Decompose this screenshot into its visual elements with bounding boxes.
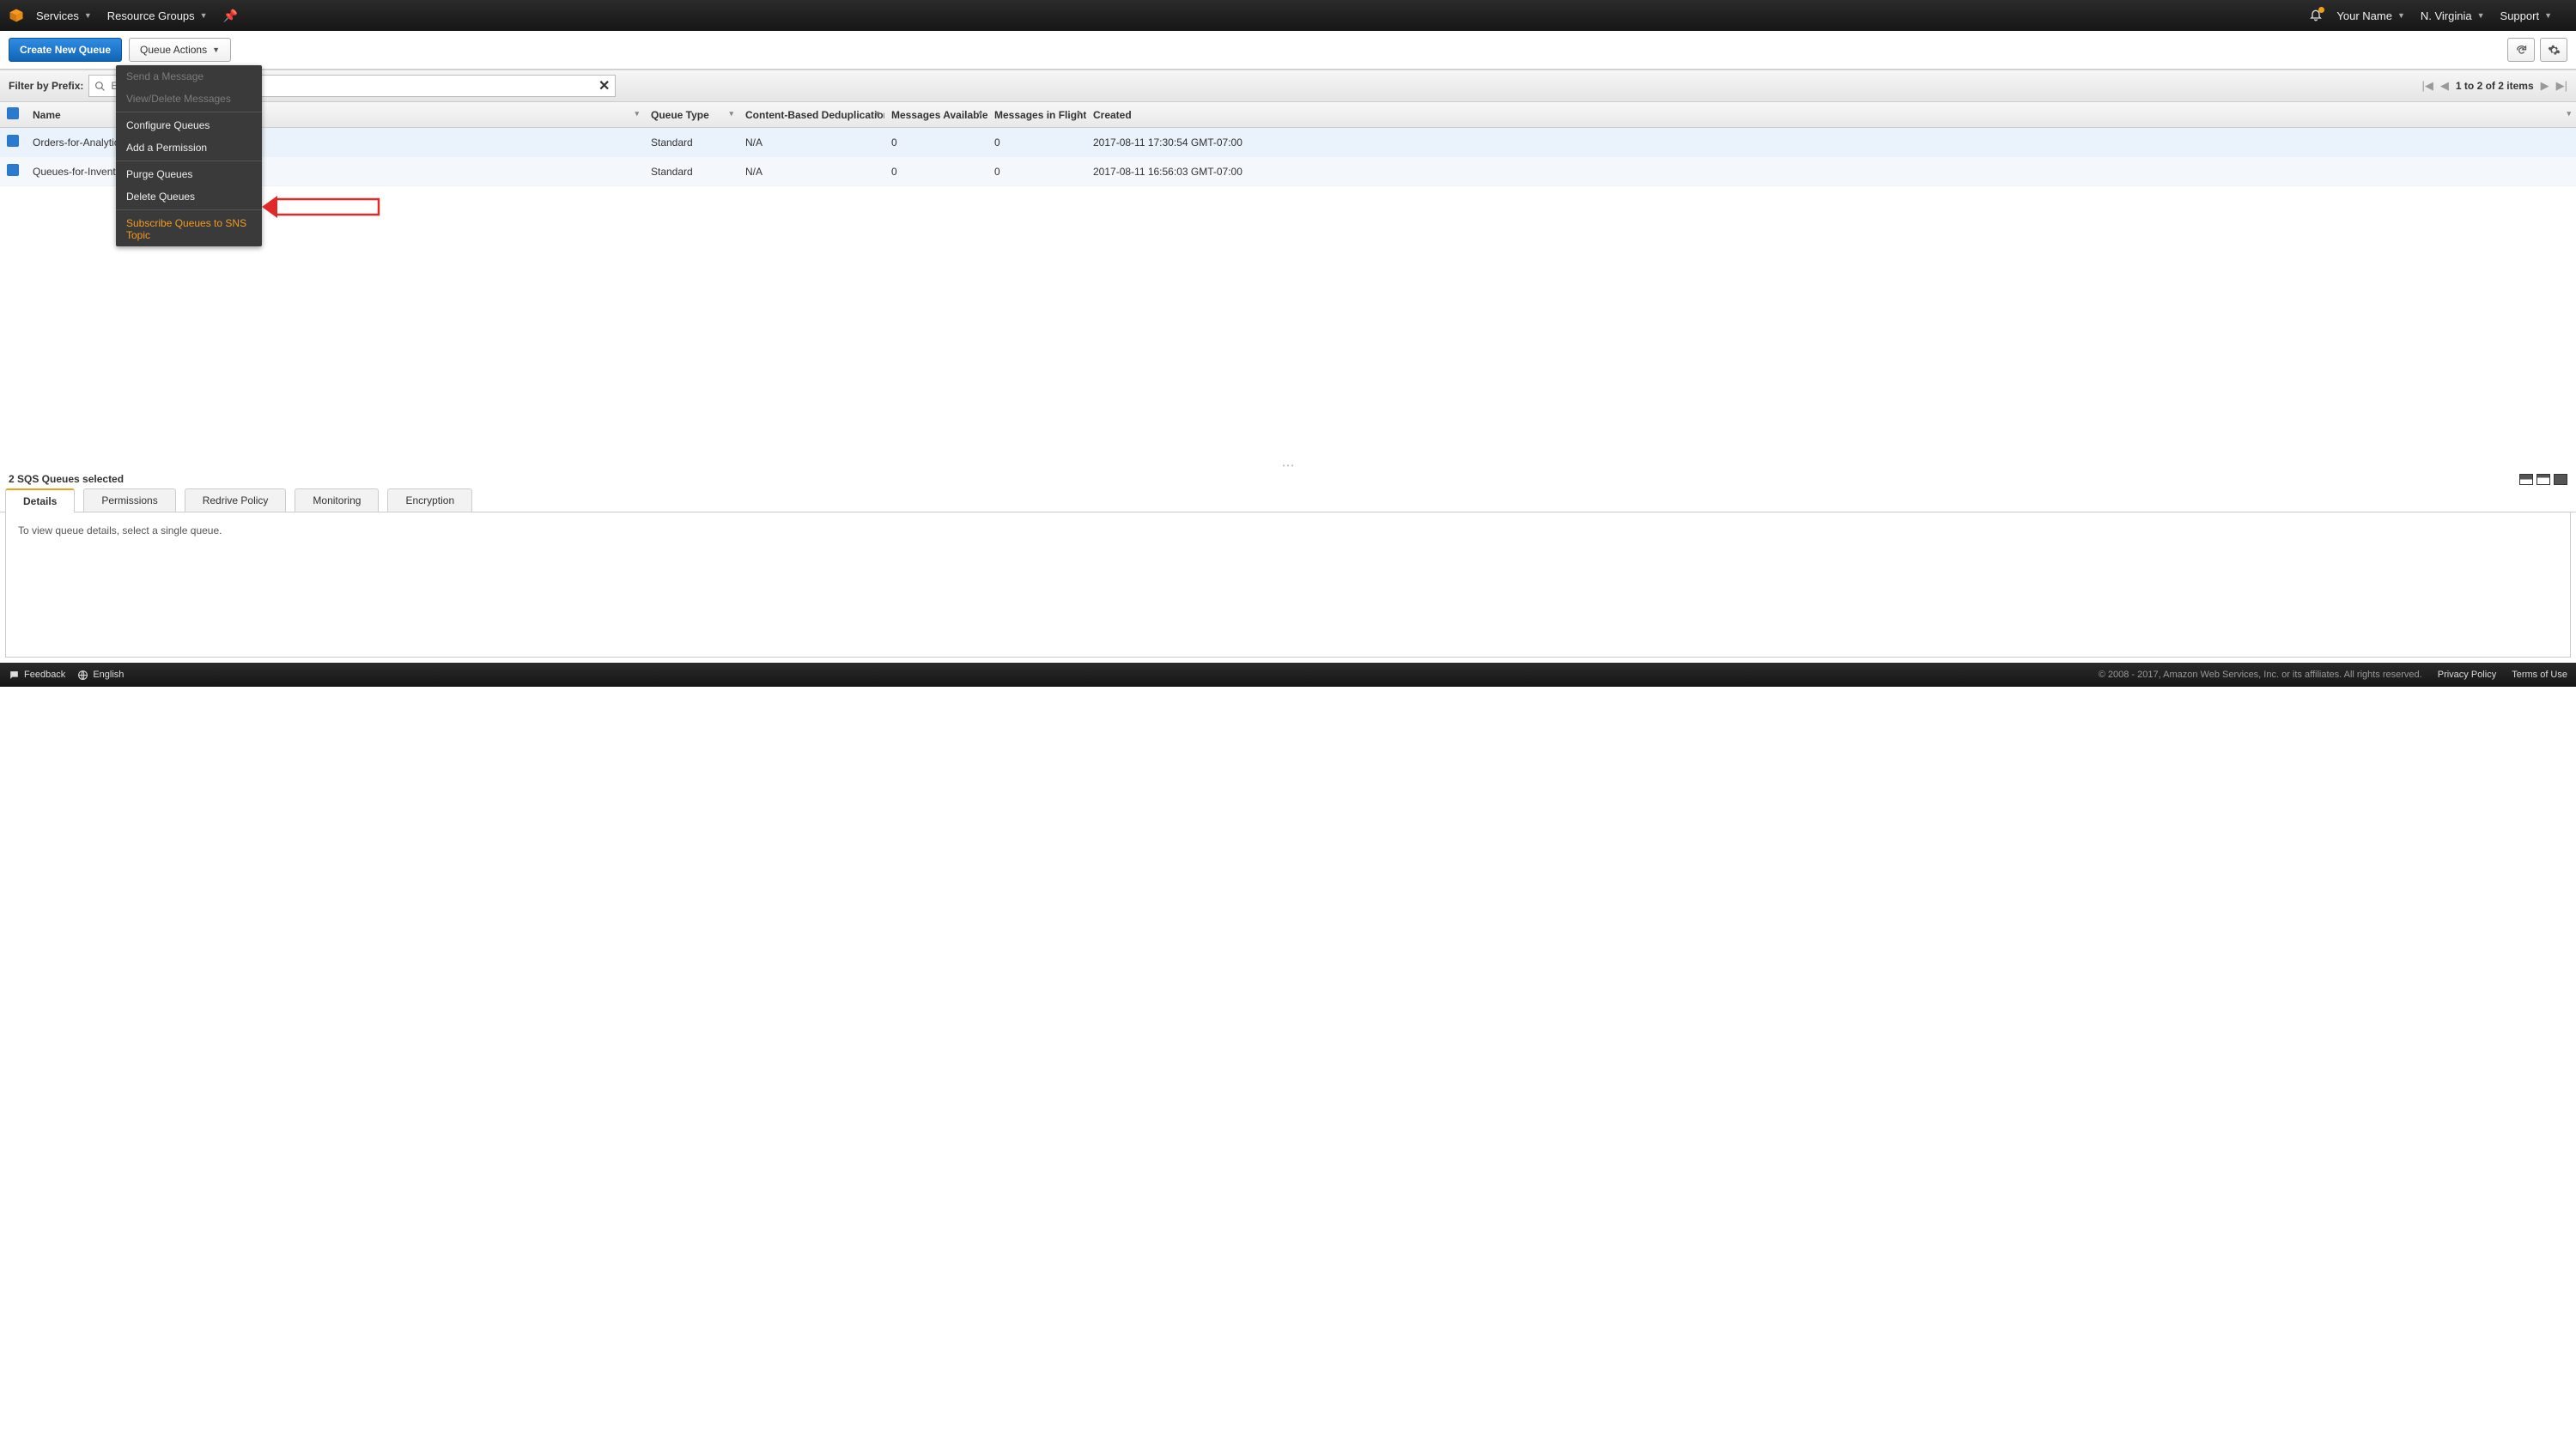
cell-created: 2017-08-11 16:56:03 GMT-07:00 bbox=[1086, 157, 2576, 186]
tab-monitoring[interactable]: Monitoring bbox=[295, 488, 379, 512]
notification-dot-icon bbox=[2318, 7, 2324, 13]
cell-type: Standard bbox=[644, 157, 738, 186]
menu-separator bbox=[116, 209, 262, 210]
footer-language[interactable]: English bbox=[77, 670, 124, 681]
page-next-icon[interactable]: ▶ bbox=[2541, 79, 2549, 93]
nav-region[interactable]: N. Virginia ▼ bbox=[2421, 9, 2485, 22]
sort-icon: ▾ bbox=[978, 109, 982, 118]
cell-inflight: 0 bbox=[987, 128, 1086, 157]
speech-bubble-icon bbox=[9, 670, 20, 681]
pin-icon[interactable]: 📌 bbox=[223, 9, 238, 23]
menu-view-delete-messages: View/Delete Messages bbox=[116, 88, 262, 110]
footer-copyright: © 2008 - 2017, Amazon Web Services, Inc.… bbox=[2099, 670, 2422, 680]
layout-bottom-icon[interactable] bbox=[2537, 474, 2550, 485]
caret-down-icon: ▼ bbox=[2477, 11, 2485, 20]
queue-actions-button[interactable]: Queue Actions ▼ bbox=[129, 38, 231, 62]
menu-delete-queues[interactable]: Delete Queues bbox=[116, 185, 262, 208]
queues-table: Name▾ Queue Type▾ Content-Based Deduplic… bbox=[0, 102, 2576, 186]
layout-split-icon[interactable] bbox=[2519, 474, 2533, 485]
cell-dedup: N/A bbox=[738, 128, 884, 157]
nav-services-label: Services bbox=[36, 9, 79, 22]
queue-actions-menu: Send a Message View/Delete Messages Conf… bbox=[116, 65, 262, 246]
nav-resource-groups-label: Resource Groups bbox=[107, 9, 195, 22]
nav-region-label: N. Virginia bbox=[2421, 9, 2472, 22]
footer: Feedback English © 2008 - 2017, Amazon W… bbox=[0, 663, 2576, 687]
filter-bar: Filter by Prefix: ✕ |◀ ◀ 1 to 2 of 2 ite… bbox=[0, 70, 2576, 102]
selection-count: 2 SQS Queues selected bbox=[9, 473, 124, 485]
sort-icon: ▾ bbox=[729, 109, 733, 118]
nav-user[interactable]: Your Name ▼ bbox=[2336, 9, 2404, 22]
queue-actions-label: Queue Actions bbox=[140, 44, 207, 56]
page-prev-icon[interactable]: ◀ bbox=[2440, 79, 2449, 93]
footer-privacy[interactable]: Privacy Policy bbox=[2438, 670, 2496, 680]
footer-feedback[interactable]: Feedback bbox=[9, 670, 65, 681]
aws-logo-icon[interactable] bbox=[9, 8, 24, 23]
sort-icon: ▾ bbox=[2567, 109, 2571, 118]
table-row[interactable]: Queues-for-Inventory Standard N/A 0 0 20… bbox=[0, 157, 2576, 186]
details-body: To view queue details, select a single q… bbox=[5, 512, 2571, 658]
menu-subscribe-sns[interactable]: Subscribe Queues to SNS Topic bbox=[116, 212, 262, 246]
nav-support[interactable]: Support ▼ bbox=[2500, 9, 2552, 22]
create-queue-button[interactable]: Create New Queue bbox=[9, 38, 122, 62]
checkbox-icon[interactable] bbox=[7, 107, 19, 119]
menu-configure-queues[interactable]: Configure Queues bbox=[116, 114, 262, 136]
nav-services[interactable]: Services ▼ bbox=[36, 9, 92, 22]
caret-down-icon: ▼ bbox=[84, 11, 92, 20]
cell-type: Standard bbox=[644, 128, 738, 157]
create-queue-label: Create New Queue bbox=[20, 44, 111, 56]
menu-purge-queues[interactable]: Purge Queues bbox=[116, 163, 262, 185]
table-row[interactable]: Orders-for-Analytics Standard N/A 0 0 20… bbox=[0, 128, 2576, 157]
sort-icon: ▾ bbox=[1077, 109, 1081, 118]
tab-redrive[interactable]: Redrive Policy bbox=[185, 488, 287, 512]
pager: |◀ ◀ 1 to 2 of 2 items ▶ ▶| bbox=[2422, 79, 2567, 93]
sort-icon: ▾ bbox=[875, 109, 879, 118]
nav-resource-groups[interactable]: Resource Groups ▼ bbox=[107, 9, 208, 22]
details-body-text: To view queue details, select a single q… bbox=[18, 524, 222, 537]
filter-label: Filter by Prefix: bbox=[9, 80, 83, 92]
details-header: 2 SQS Queues selected bbox=[0, 470, 2576, 488]
menu-add-permission[interactable]: Add a Permission bbox=[116, 136, 262, 159]
checkbox-icon[interactable] bbox=[7, 164, 19, 176]
menu-send-message: Send a Message bbox=[116, 65, 262, 88]
checkbox-icon[interactable] bbox=[7, 135, 19, 147]
layout-full-icon[interactable] bbox=[2554, 474, 2567, 485]
caret-down-icon: ▼ bbox=[2544, 11, 2552, 20]
caret-down-icon: ▼ bbox=[2397, 11, 2405, 20]
nav-user-label: Your Name bbox=[2336, 9, 2392, 22]
settings-button[interactable] bbox=[2540, 38, 2567, 62]
tab-encryption[interactable]: Encryption bbox=[387, 488, 472, 512]
details-tabs: Details Permissions Redrive Policy Monit… bbox=[0, 488, 2576, 512]
toolbar: Create New Queue Queue Actions ▼ bbox=[0, 31, 2576, 70]
notifications-icon[interactable] bbox=[2309, 8, 2323, 24]
col-checkbox[interactable] bbox=[0, 102, 26, 128]
pager-text: 1 to 2 of 2 items bbox=[2456, 80, 2534, 92]
page-last-icon[interactable]: ▶| bbox=[2556, 79, 2567, 93]
tab-details[interactable]: Details bbox=[5, 488, 75, 512]
tab-permissions[interactable]: Permissions bbox=[83, 488, 175, 512]
cell-dedup: N/A bbox=[738, 157, 884, 186]
globe-icon bbox=[77, 670, 88, 681]
col-inflight[interactable]: Messages in Flight▾ bbox=[987, 102, 1086, 128]
layout-icons bbox=[2519, 474, 2567, 485]
col-dedup[interactable]: Content-Based Deduplication▾ bbox=[738, 102, 884, 128]
sort-icon: ▾ bbox=[635, 109, 639, 118]
cell-inflight: 0 bbox=[987, 157, 1086, 186]
page-first-icon[interactable]: |◀ bbox=[2422, 79, 2433, 93]
split-handle[interactable]: • • • bbox=[0, 461, 2576, 470]
footer-terms[interactable]: Terms of Use bbox=[2512, 670, 2567, 680]
clear-search-icon[interactable]: ✕ bbox=[598, 77, 610, 94]
col-created[interactable]: Created▾ bbox=[1086, 102, 2576, 128]
search-icon bbox=[94, 81, 106, 92]
cell-created: 2017-08-11 17:30:54 GMT-07:00 bbox=[1086, 128, 2576, 157]
cell-avail: 0 bbox=[884, 128, 987, 157]
refresh-button[interactable] bbox=[2507, 38, 2535, 62]
cell-avail: 0 bbox=[884, 157, 987, 186]
nav-support-label: Support bbox=[2500, 9, 2540, 22]
top-nav: Services ▼ Resource Groups ▼ 📌 Your Name… bbox=[0, 0, 2576, 31]
caret-down-icon: ▼ bbox=[212, 45, 220, 54]
col-queue-type[interactable]: Queue Type▾ bbox=[644, 102, 738, 128]
col-available[interactable]: Messages Available▾ bbox=[884, 102, 987, 128]
caret-down-icon: ▼ bbox=[200, 11, 208, 20]
